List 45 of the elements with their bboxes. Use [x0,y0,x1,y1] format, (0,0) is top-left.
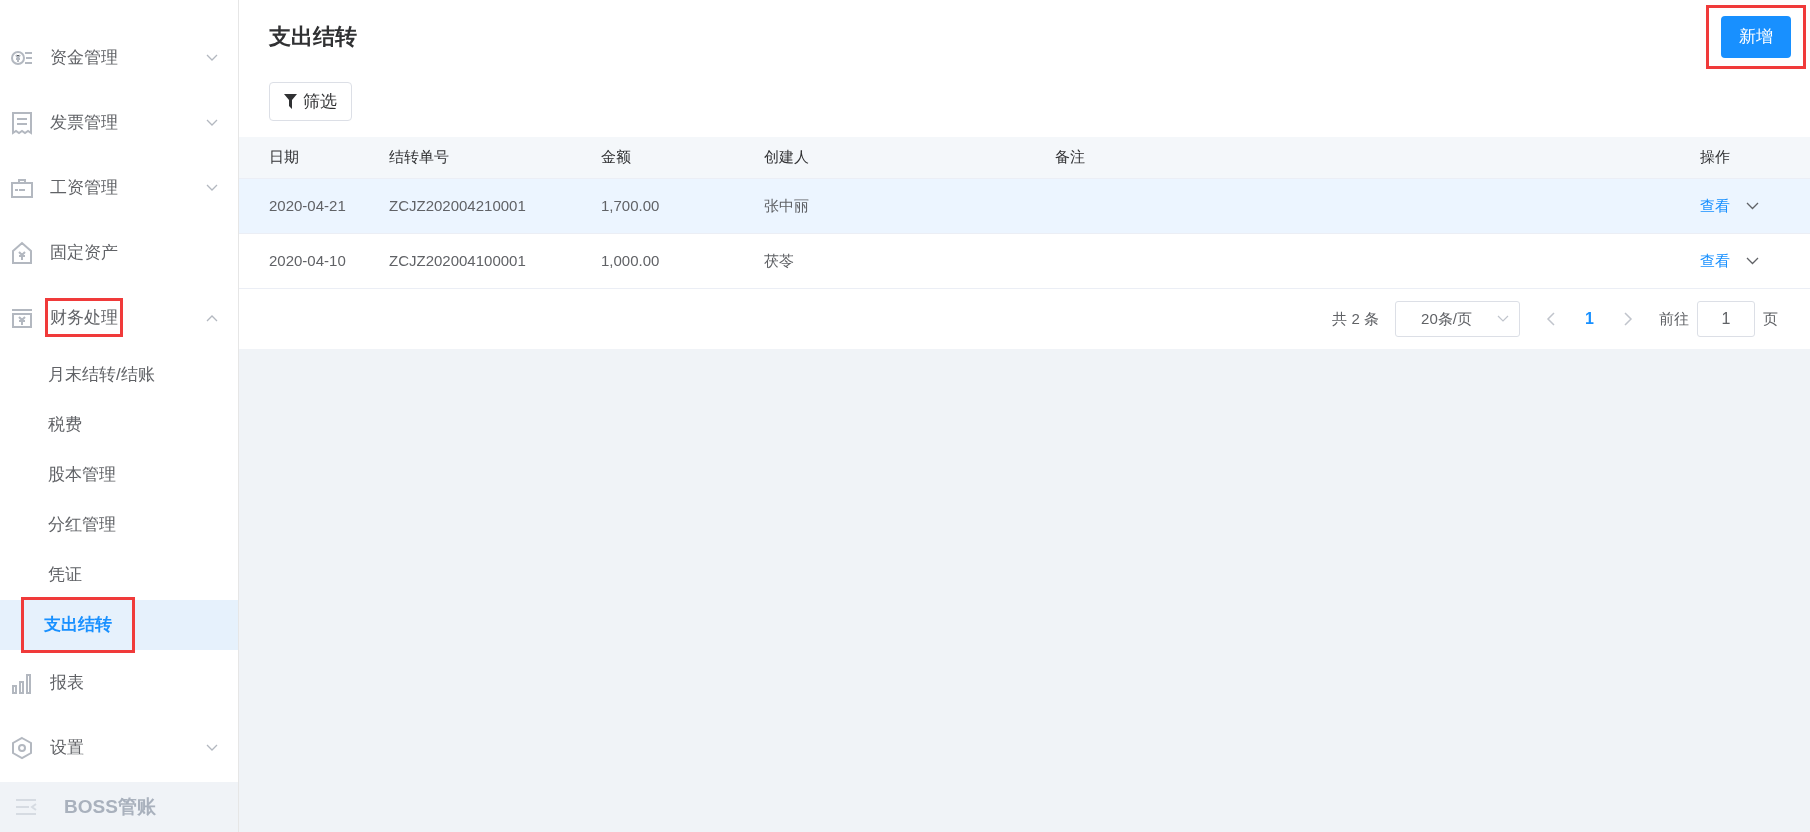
page-title: 支出结转 [269,23,357,50]
table-cell-text: 张中丽 [764,195,810,216]
next-page-icon[interactable] [1624,312,1633,326]
sidebar-item[interactable]: 发票管理 [48,105,120,140]
page-suffix: 页 [1763,308,1778,329]
submenu-item[interactable]: 凭证 [0,550,238,600]
column-header: 结转单号 [389,147,450,168]
submenu-item[interactable]: 月末结转/结账 [0,350,238,400]
filter-button[interactable]: 筛选 [269,81,352,121]
column-header: 备注 [1055,147,1086,168]
previous-page-icon[interactable] [1546,312,1556,326]
view-link[interactable]: 查看 [1700,249,1730,273]
page-size-select[interactable]: 20条/页 [1395,301,1521,337]
table-cell-text: ZCJZ202004100001 [389,250,527,271]
column-header: 创建人 [764,147,810,168]
table-cell-text: 2020-04-21 [269,195,347,216]
page-input[interactable]: 1 [1697,301,1755,337]
tag-icon [10,240,34,265]
sidebar-item[interactable]: 报表 [48,665,86,700]
sidebar-item[interactable]: 资金管理 [48,40,120,75]
column-header: 金额 [601,147,632,168]
total-count: 共 2 条 [1332,308,1380,329]
submenu-item[interactable]: 税费 [0,400,238,450]
app-name: BOSS管账 [64,794,156,819]
chevron-down-icon[interactable] [1746,257,1759,265]
submenu-item[interactable]: 股本管理 [0,450,238,500]
goto-label: 前往 [1659,308,1689,329]
filter-icon [284,93,297,109]
column-header: 日期 [269,147,300,168]
chevron-down-icon [1497,315,1510,323]
sidebar-item[interactable]: 固定资产 [48,235,120,270]
table-cell-text: 1,000.00 [601,250,661,271]
settings-icon [10,735,34,760]
sidebar-item[interactable]: 工资管理 [48,170,120,205]
chevron-down-icon[interactable] [1746,202,1759,210]
receipt-icon [10,110,34,135]
table-cell-text: ZCJZ202004210001 [389,195,527,216]
submenu-item[interactable]: 分红管理 [0,500,238,550]
table-cell-text: 2020-04-10 [269,250,347,271]
table-cell-text: 1,700.00 [601,195,661,216]
column-header: 操作 [1700,147,1731,168]
sidebar-item[interactable]: 财务处理 [48,300,120,335]
table-cell-text: 茯苓 [764,250,795,271]
collapse-menu-icon[interactable] [16,799,38,815]
sidebar-item[interactable]: 设置 [48,730,86,765]
